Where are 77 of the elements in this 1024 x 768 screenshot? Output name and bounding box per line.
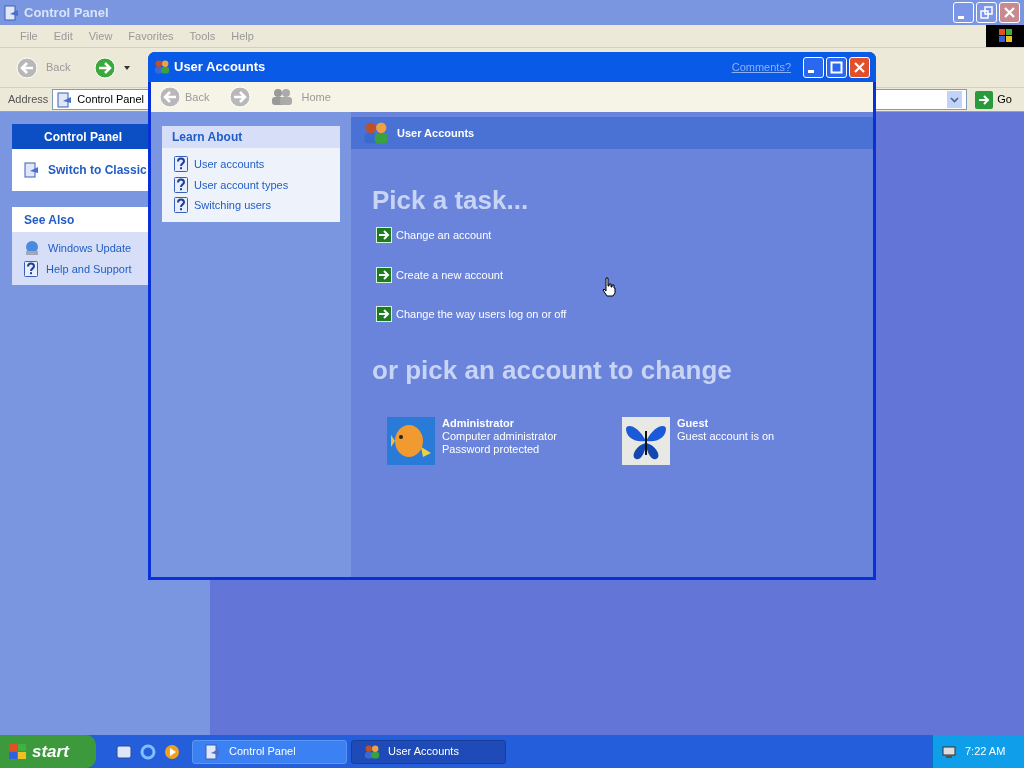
address-label: Address	[8, 92, 49, 108]
help-icon	[174, 156, 188, 173]
help-icon	[174, 176, 188, 193]
close-button[interactable]	[999, 2, 1020, 23]
close-icon	[853, 60, 866, 74]
desktop-icon[interactable]	[116, 743, 132, 760]
globe-computer-icon	[24, 240, 40, 257]
menu-item[interactable]: View	[88, 27, 113, 45]
account-detail: Guest account is on	[677, 429, 775, 443]
clock: 7:22 AM	[965, 744, 1006, 760]
hand-cursor-icon	[602, 277, 616, 297]
task-link[interactable]: Change the way users log on or off	[396, 306, 567, 323]
control-panel-icon	[57, 91, 74, 108]
panel-link[interactable]: Help and Support	[46, 260, 132, 277]
menu-item[interactable]: Favorites	[128, 27, 174, 45]
media-player-icon[interactable]	[164, 743, 180, 760]
close-button[interactable]	[849, 56, 870, 78]
go-button[interactable]: Go	[975, 90, 1024, 109]
task-link[interactable]: Create a new account	[396, 266, 503, 283]
back-icon[interactable]	[16, 56, 38, 79]
help-icon	[174, 197, 188, 214]
help-link[interactable]: User accounts	[194, 156, 265, 173]
help-link[interactable]: User account types	[194, 176, 289, 193]
arrow-icon	[376, 306, 392, 323]
panel-title: Learn About	[162, 126, 340, 148]
account-name[interactable]: Guest	[677, 416, 775, 430]
home-button[interactable]: Home	[301, 88, 331, 106]
minimize-button[interactable]	[803, 56, 824, 78]
header-title: User Accounts	[397, 125, 475, 141]
task-link[interactable]: Change an account	[396, 227, 492, 244]
window-title: User Accounts	[174, 58, 267, 77]
menu-item[interactable]: Help	[231, 27, 254, 45]
help-icon	[24, 260, 38, 277]
account-detail: Computer administrator	[442, 429, 557, 443]
arrow-icon	[376, 266, 392, 283]
dropdown-caret-icon[interactable]	[124, 65, 131, 70]
forward-icon[interactable]	[94, 56, 117, 79]
arrow-icon	[376, 227, 392, 244]
account-detail: Password protected	[442, 442, 541, 456]
back-icon[interactable]	[159, 86, 181, 108]
restore-icon	[980, 6, 993, 19]
network-icon[interactable]	[941, 743, 957, 760]
windows-logo-icon	[8, 742, 28, 761]
minimize-icon	[958, 15, 964, 19]
account-name[interactable]: Administrator	[442, 416, 557, 430]
taskbar-button[interactable]: Control Panel	[192, 739, 347, 764]
panel-link[interactable]: Windows Update	[48, 240, 132, 257]
close-icon	[1003, 6, 1016, 19]
minimize-icon	[808, 70, 814, 73]
comments-link[interactable]: Comments?	[731, 58, 791, 76]
users-icon	[154, 59, 170, 75]
windows-logo-icon	[986, 25, 1024, 47]
users-icon	[363, 120, 389, 146]
back-button[interactable]: Back	[46, 59, 71, 76]
start-button[interactable]: start	[0, 735, 96, 768]
users-icon	[364, 743, 380, 760]
minimize-button[interactable]	[953, 2, 974, 23]
forward-icon[interactable]	[229, 86, 252, 108]
pick-task-heading: Pick a task...	[372, 185, 530, 215]
menu-item[interactable]: File	[20, 27, 38, 45]
restore-button[interactable]	[976, 2, 997, 23]
control-panel-icon	[4, 4, 20, 21]
users-icon[interactable]	[271, 88, 294, 106]
menu-item[interactable]: Edit	[53, 27, 73, 45]
maximize-button[interactable]	[826, 56, 847, 78]
pick-account-heading: or pick an account to change	[372, 354, 733, 385]
butterfly-picture[interactable]	[622, 416, 670, 465]
back-button[interactable]: Back	[185, 88, 210, 106]
taskbar-button[interactable]: User Accounts	[351, 739, 506, 764]
control-panel-icon	[24, 162, 40, 178]
panel-link[interactable]: Switch to Classic	[48, 161, 147, 179]
maximize-icon	[830, 60, 843, 74]
control-panel-icon	[205, 743, 221, 760]
window-title: Control Panel	[24, 3, 110, 22]
browser-icon[interactable]	[140, 743, 156, 760]
fish-picture[interactable]	[387, 416, 435, 465]
menu-item[interactable]: Tools	[189, 27, 216, 45]
